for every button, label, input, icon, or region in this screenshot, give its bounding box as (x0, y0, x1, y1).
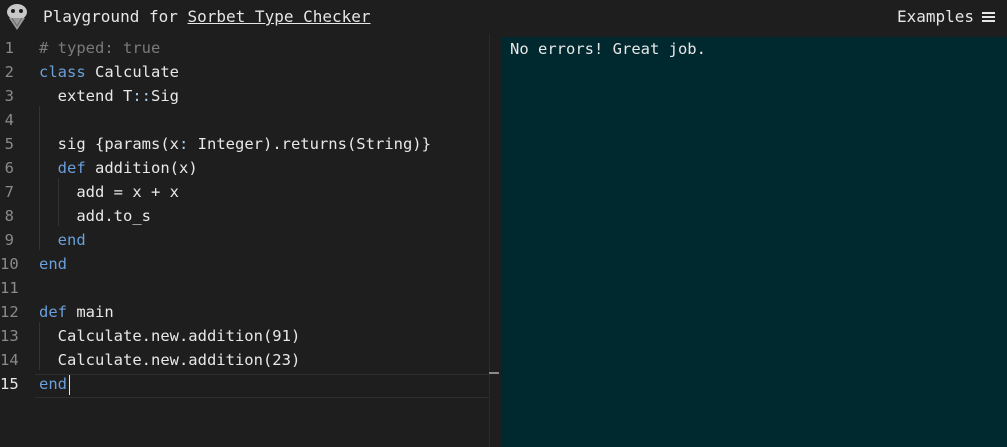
code-line[interactable]: 9 end (0, 228, 500, 252)
code-text: extend T::Sig (39, 84, 179, 108)
code-token: # typed: true (39, 39, 161, 57)
code-line[interactable]: 10 end (0, 252, 500, 276)
output-message: No errors! Great job. (510, 40, 706, 58)
line-number: 3 (4, 87, 14, 105)
code-text: Calculate.new.addition(23) (39, 348, 301, 372)
code-line[interactable]: 7 add = x + x (0, 180, 500, 204)
code-line[interactable]: 15 end (0, 372, 500, 396)
examples-button[interactable]: Examples (897, 7, 995, 26)
code-text: add = x + x (39, 180, 179, 204)
code-line[interactable]: 13 Calculate.new.addition(91) (0, 324, 500, 348)
line-number: 11 (0, 279, 19, 297)
code-token: Calculate.new.addition(91) (39, 327, 301, 345)
code-token: add.to_s (39, 207, 151, 225)
code-line[interactable]: 3 extend T::Sig (0, 84, 500, 108)
code-token: def (57, 159, 86, 177)
sorbet-logo-icon[interactable] (4, 3, 30, 31)
code-editor[interactable]: 1 # typed: true 2 class Calculate 3 extend T… (0, 34, 500, 447)
code-token: :: (132, 87, 151, 105)
code-token: Sig (151, 87, 179, 105)
code-token: sig {params(x (39, 135, 179, 153)
line-number: 14 (0, 351, 19, 369)
line-number: 12 (0, 303, 19, 321)
code-line[interactable]: 4 (0, 108, 500, 132)
code-token: end (57, 231, 86, 249)
code-text: Calculate.new.addition(91) (39, 324, 301, 348)
code-token: class (39, 63, 86, 81)
code-text: class Calculate (39, 60, 179, 84)
code-token: Calculate (85, 63, 179, 81)
code-line[interactable]: 6 def addition(x) (0, 156, 500, 180)
code-text: add.to_s (39, 204, 151, 228)
code-token: Calculate.new.addition(23) (39, 351, 301, 369)
code-token: : (178, 135, 189, 153)
line-number: 6 (4, 159, 14, 177)
output-panel: No errors! Great job. (501, 37, 1007, 447)
code-text: end (39, 372, 67, 396)
code-text: end (39, 228, 86, 252)
code-text: def main (39, 300, 114, 324)
line-number: 1 (4, 39, 14, 57)
title-prefix: Playground for (43, 7, 188, 26)
page-title: Playground for Sorbet Type Checker (43, 7, 371, 26)
line-number: 9 (4, 231, 14, 249)
code-text: # typed: true (39, 36, 160, 60)
hamburger-menu-icon (982, 11, 995, 23)
line-number: 8 (4, 207, 14, 225)
code-token: def (39, 303, 67, 321)
code-token: addition(x) (85, 159, 198, 177)
line-number: 15 (0, 375, 19, 393)
code-text: end (39, 252, 67, 276)
code-token: end (39, 255, 67, 273)
code-token: main (67, 303, 114, 321)
line-number: 4 (4, 111, 14, 129)
line-number: 10 (0, 255, 19, 273)
code-line[interactable]: 5 sig {params(x: Integer).returns(String… (0, 132, 500, 156)
code-token: extend T (39, 87, 133, 105)
code-line[interactable]: 2 class Calculate (0, 60, 500, 84)
code-line[interactable]: 14 Calculate.new.addition(23) (0, 348, 500, 372)
examples-label: Examples (896, 7, 974, 26)
line-number: 7 (4, 183, 14, 201)
code-line[interactable]: 8 add.to_s (0, 204, 500, 228)
line-number: 5 (4, 135, 14, 153)
code-line[interactable]: 1 # typed: true (0, 36, 500, 60)
code-text: sig {params(x: Integer).returns(String)} (39, 132, 431, 156)
top-bar: Playground for Sorbet Type Checker Examp… (0, 0, 1007, 34)
code-token: end (39, 375, 67, 393)
sorbet-link[interactable]: Sorbet Type Checker (188, 7, 371, 26)
code-token: Integer).returns(String)} (188, 135, 431, 153)
code-line[interactable]: 11 (0, 276, 500, 300)
code-text: def addition(x) (39, 156, 198, 180)
code-line[interactable]: 12 def main (0, 300, 500, 324)
code-token: add = x + x (39, 183, 179, 201)
line-number: 13 (0, 327, 19, 345)
line-number: 2 (4, 63, 14, 81)
